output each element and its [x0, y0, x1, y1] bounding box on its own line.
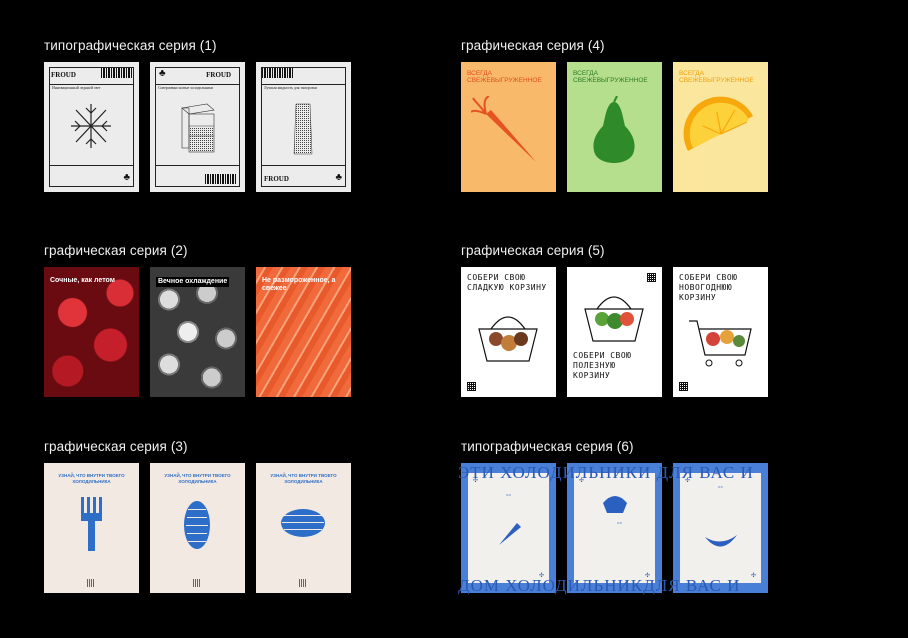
- series-graphic-5: графическая серия (5) СОБЕРИ СВОЮ СЛАДКУ…: [461, 242, 768, 397]
- poster-headline: СОБЕРИ СВОЮ ПОЛЕЗНУЮ КОРЗИНУ: [573, 351, 632, 380]
- banana-icon: [705, 535, 737, 547]
- series-title: графическая серия (5): [461, 243, 605, 258]
- fish-icon: [281, 509, 325, 537]
- poster-salmon[interactable]: Не размороженное, а свежее: [256, 267, 351, 397]
- qr-code-icon: [299, 579, 307, 587]
- snowflake-icon: [71, 104, 111, 148]
- qr-code-icon: [87, 579, 95, 587]
- barcode-icon: [262, 68, 294, 78]
- carrot-icon: [499, 523, 521, 545]
- poster-row: FROUD Инновационный ледяной свет ♣ ♣ FRO…: [44, 62, 351, 192]
- banner-text-bottom: ДОМ ХОЛОДИЛЬНИКДЛЯ ВАС И: [458, 576, 741, 595]
- cart-icon: [689, 320, 752, 367]
- poster-sweet-basket[interactable]: СОБЕРИ СВОЮ СЛАДКУЮ КОРЗИНУ: [461, 267, 556, 397]
- poster-pear[interactable]: ВСЕГДА СВЕЖЕВЫГРУЖЕННОЕ · ·: [567, 62, 662, 192]
- poster-headline: ВСЕГДА СВЕЖЕВЫГРУЖЕННОЕ: [679, 70, 754, 84]
- poster-strawberries[interactable]: Сочные, как летом: [44, 267, 139, 397]
- brand-logo: FROUD: [51, 71, 76, 79]
- barcode-icon: [205, 174, 237, 184]
- series-graphic-3: графическая серия (3) УЗНАЙ, ЧТО ВНУТРИ …: [44, 438, 351, 593]
- series-title: графическая серия (4): [461, 38, 605, 53]
- poster-fridge-bean[interactable]: УЗНАЙ, ЧТО ВНУТРИ ТВОЕГО ХОЛОДИЛЬНИКА: [150, 463, 245, 593]
- poster-tower[interactable]: Лучшая жидкость для заморозки FROUD ♣: [256, 62, 351, 192]
- poster-subtitle: Совершенно новые холодильники: [158, 86, 214, 90]
- poster-caption: Сочные, как летом: [50, 277, 115, 284]
- qr-code-icon: [467, 382, 476, 391]
- poster-cans[interactable]: Вечное охлаждение: [150, 267, 245, 397]
- basket-icon: [584, 296, 644, 342]
- poster-fridge-fish[interactable]: УЗНАЙ, ЧТО ВНУТРИ ТВОЕГО ХОЛОДИЛЬНИКА: [256, 463, 351, 593]
- series-typographic-1: типографическая серия (1) FROUD Инноваци…: [44, 37, 351, 192]
- series-title: типографическая серия (1): [44, 38, 217, 53]
- series-graphic-2: графическая серия (2) Сочные, как летом …: [44, 242, 351, 397]
- poster-quote: «»: [617, 521, 622, 526]
- poster-headline: СОБЕРИ СВОЮ НОВОГОДНЮЮ КОРЗИНУ: [679, 273, 738, 302]
- pear-icon: [593, 96, 635, 163]
- poster-headline: СОБЕРИ СВОЮ СЛАДКУЮ КОРЗИНУ: [467, 273, 547, 292]
- fork-icon: [81, 497, 102, 551]
- carrot-icon: [471, 96, 536, 162]
- poster-subtitle: Инновационный ледяной свет: [52, 86, 101, 90]
- poster-subtitle: Лучшая жидкость для заморозки: [264, 86, 318, 90]
- series-graphic-4: графическая серия (4) ВСЕГДА СВЕЖЕВЫГРУЖ…: [461, 37, 768, 192]
- poster-row: СОБЕРИ СВОЮ СЛАДКУЮ КОРЗИНУ СОБЕРИ СВОЮ …: [461, 267, 768, 397]
- poster-row: ВСЕГДА СВЕЖЕВЫГРУЖЕННОЕ · · ВСЕГДА СВЕЖЕВ…: [461, 62, 768, 192]
- poster-headline: УЗНАЙ, ЧТО ВНУТРИ ТВОЕГО ХОЛОДИЛЬНИКА: [270, 473, 337, 484]
- bread-icon: [603, 496, 627, 513]
- qr-code-icon: [193, 579, 201, 587]
- poster-newyear-basket[interactable]: СОБЕРИ СВОЮ НОВОГОДНЮЮ КОРЗИНУ: [673, 267, 768, 397]
- fridge-box-icon: [181, 103, 215, 153]
- lemon-icon: [683, 96, 753, 151]
- series-title: типографическая серия (6): [461, 439, 634, 454]
- barcode-icon: [101, 68, 133, 78]
- poster-headline: ВСЕГДА СВЕЖЕВЫГРУЖЕННОЕ: [573, 70, 648, 84]
- series-title: графическая серия (3): [44, 439, 188, 454]
- qr-code-icon: [679, 382, 688, 391]
- poster-fridge-fork[interactable]: УЗНАЙ, ЧТО ВНУТРИ ТВОЕГО ХОЛОДИЛЬНИКА: [44, 463, 139, 593]
- poster-fridge[interactable]: ♣ FROUD Совершенно новые холодильники: [150, 62, 245, 192]
- poster-row: УЗНАЙ, ЧТО ВНУТРИ ТВОЕГО ХОЛОДИЛЬНИКА УЗ…: [44, 463, 351, 593]
- poster-healthy-basket[interactable]: СОБЕРИ СВОЮ ПОЛЕЗНУЮ КОРЗИНУ: [567, 267, 662, 397]
- poster-headline: УЗНАЙ, ЧТО ВНУТРИ ТВОЕГО ХОЛОДИЛЬНИКА: [164, 473, 231, 484]
- basket-icon: [478, 316, 538, 362]
- club-icon: ♣: [335, 172, 342, 183]
- qr-code-icon: [647, 273, 656, 282]
- club-icon: ♣: [159, 68, 166, 79]
- poster-caption: Не размороженное, а свежее: [262, 277, 336, 292]
- poster-headline: ВСЕГДА СВЕЖЕВЫГРУЖЕННОЕ: [467, 70, 542, 84]
- poster-lemon[interactable]: ВСЕГДА СВЕЖЕВЫГРУЖЕННОЕ · ·: [673, 62, 768, 192]
- tower-icon: [293, 103, 313, 155]
- brand-logo: FROUD: [264, 175, 289, 183]
- poster-snowflake[interactable]: FROUD Инновационный ледяной свет ♣: [44, 62, 139, 192]
- series-title: графическая серия (2): [44, 243, 188, 258]
- poster-headline: УЗНАЙ, ЧТО ВНУТРИ ТВОЕГО ХОЛОДИЛЬНИКА: [58, 473, 125, 484]
- poster-row: Сочные, как летом Вечное охлаждение Не р…: [44, 267, 351, 397]
- series-typographic-6: типографическая серия (6) «» ✣ ✣ «» ✣ ✣ …: [461, 438, 768, 593]
- poster-quote: «»: [506, 493, 511, 498]
- brand-logo: FROUD: [206, 71, 231, 79]
- poster-quote: «»: [718, 485, 723, 490]
- banner-text-top: ЭТИ ХОЛОДИЛЬНИКИ ДЛЯ ВАС И: [458, 463, 754, 482]
- club-icon: ♣: [123, 172, 130, 183]
- bean-icon: [184, 501, 210, 549]
- poster-caption: Вечное охлаждение: [156, 277, 230, 287]
- poster-carrot[interactable]: ВСЕГДА СВЕЖЕВЫГРУЖЕННОЕ · ·: [461, 62, 556, 192]
